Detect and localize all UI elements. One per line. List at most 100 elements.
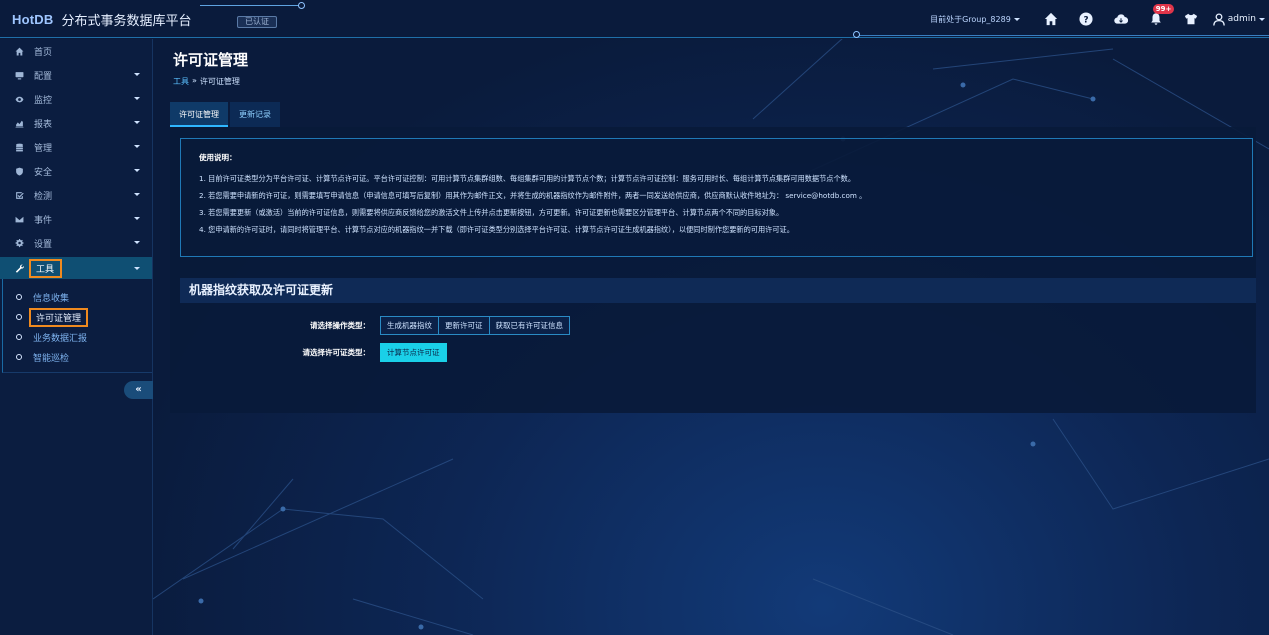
sidebar-item-label: 事件: [34, 215, 53, 226]
tab-bar: 许可证管理 更新记录: [170, 102, 280, 127]
wrench-icon: [13, 263, 25, 273]
tab-update-history[interactable]: 更新记录: [230, 102, 280, 127]
user-icon: [1213, 12, 1225, 26]
sidebar-subitem-license[interactable]: 许可证管理: [3, 307, 152, 327]
operation-type-row: 请选择操作类型： 生成机器指纹 更新许可证 获取已有许可证信息: [180, 315, 570, 335]
sidebar-subitem-inspection[interactable]: 智能巡检: [3, 347, 152, 367]
sidebar-subitem-business-report[interactable]: 业务数据汇报: [3, 327, 152, 347]
sidebar-item-8[interactable]: 设置: [0, 231, 152, 255]
get-license-info-button[interactable]: 获取已有许可证信息: [489, 315, 570, 335]
svg-text:?: ?: [1084, 16, 1089, 26]
chevron-down-icon: [134, 145, 140, 148]
sidebar-item-label: 检测: [34, 191, 53, 202]
group-selector-label: 目前处于Group_8289: [930, 14, 1011, 24]
database-icon: [13, 142, 25, 152]
help-icon: ?: [1079, 12, 1093, 26]
chevron-down-icon: [134, 97, 140, 100]
compute-node-license-button[interactable]: 计算节点许可证: [380, 342, 447, 362]
section-title: 机器指纹获取及许可证更新: [180, 278, 1256, 303]
license-type-options: 计算节点许可证: [380, 342, 447, 362]
chevron-down-icon: [1013, 17, 1020, 21]
sidebar-item-1[interactable]: 配置: [0, 63, 152, 87]
subitem-label: 信息收集: [33, 293, 70, 304]
app-logo[interactable]: HotDB 分布式事务数据库平台: [12, 9, 191, 29]
sidebar-item-9[interactable]: 工具: [0, 257, 152, 279]
envelope-icon: [13, 214, 25, 224]
user-menu[interactable]: admin: [1209, 12, 1269, 26]
notifications-button[interactable]: 99+: [1139, 0, 1175, 38]
sidebar-item-label: 监控: [34, 95, 53, 106]
decorative-line: [857, 35, 1269, 36]
sidebar: 首页配置监控报表管理安全检测事件设置工具 信息收集 许可证管理 业务数据汇报 智…: [0, 39, 153, 635]
sidebar-item-label: 配置: [34, 71, 53, 82]
bullet-icon: [16, 314, 22, 320]
decorative-line: [200, 5, 300, 6]
cloud-icon: [1114, 14, 1129, 24]
sidebar-item-6[interactable]: 检测: [0, 183, 152, 207]
usage-instructions: 使用说明： 1. 目前许可证类型分为平台许可证、计算节点许可证。平台许可证控制：…: [180, 138, 1253, 257]
cert-status-badge: 已认证: [237, 16, 277, 28]
cloud-button[interactable]: [1104, 0, 1139, 38]
sidebar-collapse-button[interactable]: «: [124, 381, 153, 399]
bullet-icon: [16, 334, 22, 340]
help-button[interactable]: ?: [1069, 0, 1104, 38]
subitem-label: 智能巡检: [33, 353, 70, 364]
shield-icon: [13, 166, 25, 176]
home-icon: [1045, 12, 1058, 26]
generate-fingerprint-button[interactable]: 生成机器指纹: [380, 315, 439, 335]
sidebar-item-0[interactable]: 首页: [0, 39, 152, 63]
operation-type-label: 请选择操作类型：: [310, 320, 370, 330]
eye-icon: [13, 94, 25, 104]
sidebar-item-label: 管理: [34, 143, 53, 154]
update-license-button[interactable]: 更新许可证: [439, 315, 490, 335]
top-bar: HotDB 分布式事务数据库平台 已认证 目前处于Group_8289 ? 99…: [0, 0, 1269, 38]
sidebar-subitem-info-collect[interactable]: 信息收集: [3, 287, 152, 307]
sidebar-item-7[interactable]: 事件: [0, 207, 152, 231]
sidebar-nav: 首页配置监控报表管理安全检测事件设置工具: [0, 39, 152, 279]
sidebar-item-label: 工具: [29, 258, 63, 278]
chevron-down-icon: [1259, 17, 1265, 21]
topbar-actions: 目前处于Group_8289 ? 99+ admin: [930, 0, 1269, 38]
sidebar-item-3[interactable]: 报表: [0, 111, 152, 135]
instruction-line: 2. 若您需要申请新的许可证，则需要填写申请信息（申请信息可填写后复制）用其作为…: [199, 191, 867, 200]
page-title: 许可证管理: [173, 51, 249, 69]
sidebar-item-label: 报表: [34, 119, 53, 130]
decorative-dot: [298, 2, 305, 9]
instructions-title: 使用说明：: [199, 153, 237, 162]
gear-icon: [13, 238, 25, 248]
user-name: admin: [1227, 14, 1256, 24]
tab-license-management[interactable]: 许可证管理: [170, 102, 228, 127]
chevron-down-icon: [134, 267, 140, 270]
sidebar-item-5[interactable]: 安全: [0, 159, 152, 183]
instruction-line: 1. 目前许可证类型分为平台许可证、计算节点许可证。平台许可证控制：可用计算节点…: [199, 174, 856, 183]
license-type-row: 请选择许可证类型： 计算节点许可证: [180, 342, 447, 362]
sidebar-item-4[interactable]: 管理: [0, 135, 152, 159]
home-icon: [13, 46, 25, 56]
shirt-icon: [1185, 13, 1198, 25]
group-selector[interactable]: 目前处于Group_8289: [930, 14, 1020, 25]
logo-mark: HotDB: [12, 11, 54, 27]
tools-submenu: 信息收集 许可证管理 业务数据汇报 智能巡检: [2, 279, 152, 373]
checkbox-icon: [13, 190, 25, 200]
breadcrumb-parent-link[interactable]: 工具: [173, 76, 189, 87]
monitor-icon: [13, 70, 25, 80]
chevron-down-icon: [134, 121, 140, 124]
operation-type-options: 生成机器指纹 更新许可证 获取已有许可证信息: [380, 315, 570, 335]
theme-button[interactable]: [1174, 0, 1209, 38]
subitem-label: 业务数据汇报: [33, 333, 88, 344]
home-button[interactable]: [1034, 0, 1069, 38]
chevron-down-icon: [134, 217, 140, 220]
breadcrumb: 工具 » 许可证管理: [173, 76, 240, 87]
sidebar-item-2[interactable]: 监控: [0, 87, 152, 111]
bullet-icon: [16, 354, 22, 360]
breadcrumb-current: 许可证管理: [199, 77, 240, 86]
chart-icon: [13, 118, 25, 128]
instruction-line: 4. 您申请新的许可证时，请同时将管理平台、计算节点对应的机器指纹一并下载（即许…: [199, 225, 794, 234]
sidebar-item-label: 安全: [34, 167, 53, 178]
license-panel: 使用说明： 1. 目前许可证类型分为平台许可证、计算节点许可证。平台许可证控制：…: [170, 127, 1256, 413]
bullet-icon: [16, 294, 22, 300]
sidebar-item-label: 首页: [34, 47, 53, 58]
license-type-label: 请选择许可证类型：: [302, 347, 371, 357]
main-content: 许可证管理 工具 » 许可证管理 许可证管理 更新记录 使用说明： 1. 目前许…: [153, 39, 1269, 635]
chevron-down-icon: [134, 193, 140, 196]
